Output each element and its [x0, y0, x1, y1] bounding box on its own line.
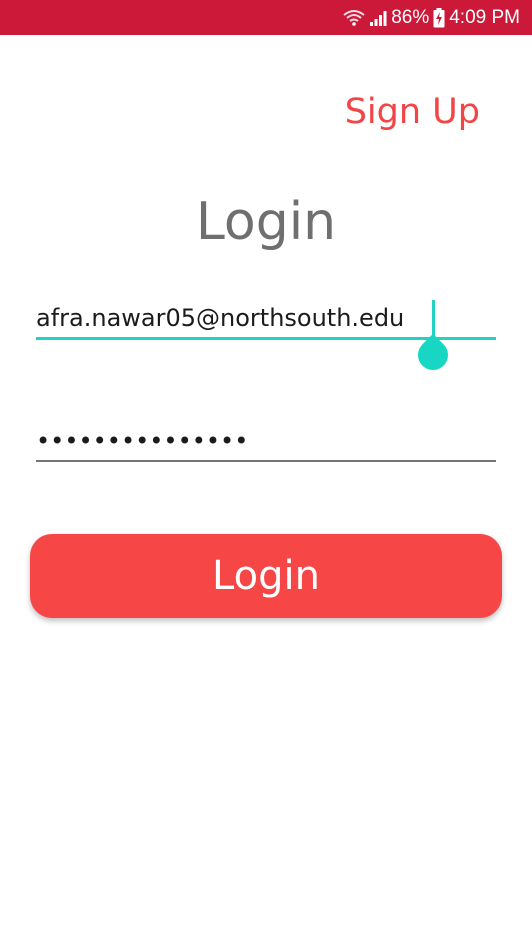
text-selection-handle[interactable]: [411, 333, 455, 377]
status-time: 4:09 PM: [449, 6, 520, 28]
status-bar: 86% 4:09 PM: [0, 0, 532, 35]
battery-charging-icon: [433, 7, 445, 28]
battery-percent: 86%: [391, 6, 430, 28]
text-cursor: [432, 300, 435, 336]
status-icons: 86% 4:09 PM: [343, 0, 520, 35]
wifi-icon: [343, 9, 365, 27]
sign-up-link[interactable]: Sign Up: [345, 90, 480, 134]
page-title: Login: [195, 192, 337, 252]
email-field[interactable]: afra.nawar05@northsouth.edu: [36, 298, 496, 377]
login-button[interactable]: Login: [30, 534, 502, 618]
password-value: •••••••••••••••: [36, 427, 249, 455]
password-field[interactable]: •••••••••••••••: [36, 420, 496, 462]
signal-icon: [369, 9, 387, 27]
email-value: afra.nawar05@northsouth.edu: [36, 304, 405, 332]
